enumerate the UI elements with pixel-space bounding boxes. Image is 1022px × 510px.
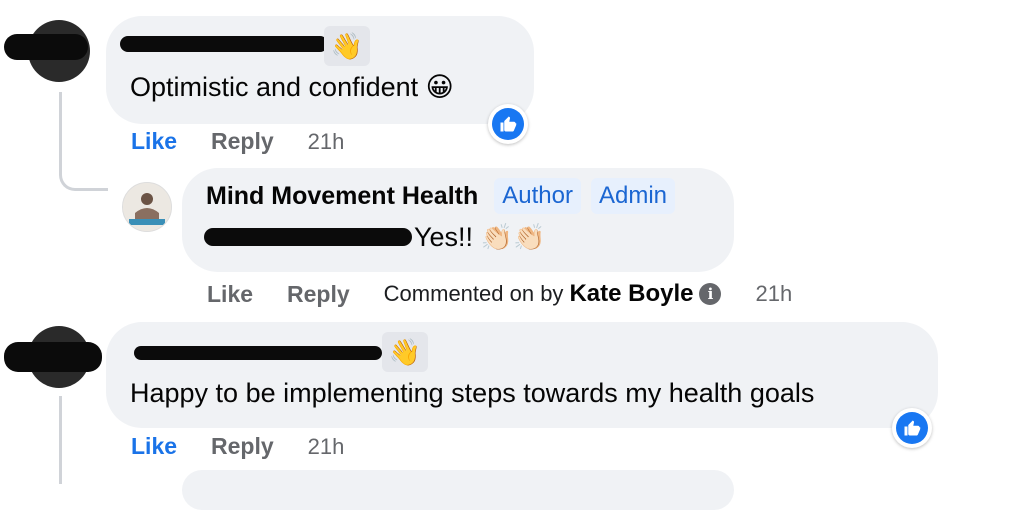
comment-text: Optimistic and confident 😀: [130, 72, 454, 102]
like-button[interactable]: Like: [131, 128, 177, 155]
author-badge: Author: [494, 178, 581, 214]
person-avatar-icon: [123, 183, 171, 231]
redacted-name[interactable]: [134, 346, 382, 360]
thumbs-up-icon: [500, 116, 517, 132]
comment-bubble: 👋 Happy to be implementing steps towards…: [106, 322, 938, 448]
reply-comment: Mind Movement Health Author Admin Yes!! …: [0, 168, 1022, 315]
admin-badge: Admin: [590, 178, 675, 214]
grinning-face-emoji: 😀: [425, 72, 454, 102]
reply-button[interactable]: Reply: [211, 433, 274, 460]
timestamp[interactable]: 21h: [755, 281, 792, 307]
comment-text: Yes!! 👏🏻👏🏻: [414, 222, 546, 252]
clapping-hands-emoji: 👏🏻👏🏻: [480, 222, 546, 252]
commented-on-by: Commented on by Kate Boyle i: [384, 280, 722, 308]
reaction-like-badge[interactable]: [892, 408, 932, 448]
reaction-like-badge[interactable]: [488, 104, 528, 144]
comment-bubble: 👋 Optimistic and confident 😀: [106, 16, 534, 144]
comment-actions: Like Reply 21h: [131, 128, 344, 155]
comment-2: 👋 Happy to be implementing steps towards…: [0, 318, 1022, 510]
like-button[interactable]: Like: [207, 281, 253, 308]
reply-button[interactable]: Reply: [211, 128, 274, 155]
author-name[interactable]: Mind Movement Health: [206, 182, 478, 211]
thumbs-up-icon: [904, 420, 921, 436]
redacted-name[interactable]: [120, 36, 328, 52]
comment-bubble: Mind Movement Health Author Admin Yes!! …: [182, 168, 734, 272]
comment-header: Mind Movement Health Author Admin: [206, 178, 675, 214]
info-icon[interactable]: i: [699, 283, 722, 305]
comment-actions: Like Reply 21h: [131, 433, 344, 460]
commenter-name[interactable]: Kate Boyle: [569, 280, 693, 308]
next-reply-bubble: [182, 470, 734, 510]
avatar[interactable]: [122, 182, 172, 232]
timestamp[interactable]: 21h: [308, 129, 345, 155]
comment-1: 👋 Optimistic and confident 😀 Like Reply …: [0, 0, 1022, 170]
redaction-scribble: [4, 342, 102, 372]
redacted-mention[interactable]: [204, 228, 412, 246]
waving-hand-icon[interactable]: 👋: [324, 26, 370, 66]
timestamp[interactable]: 21h: [308, 434, 345, 460]
redaction-scribble: [4, 34, 88, 60]
waving-hand-icon[interactable]: 👋: [382, 332, 428, 372]
reply-button[interactable]: Reply: [287, 281, 350, 308]
comment-actions: Like Reply Commented on by Kate Boyle i …: [207, 280, 792, 308]
like-button[interactable]: Like: [131, 433, 177, 460]
comment-text: Happy to be implementing steps towards m…: [130, 378, 815, 408]
